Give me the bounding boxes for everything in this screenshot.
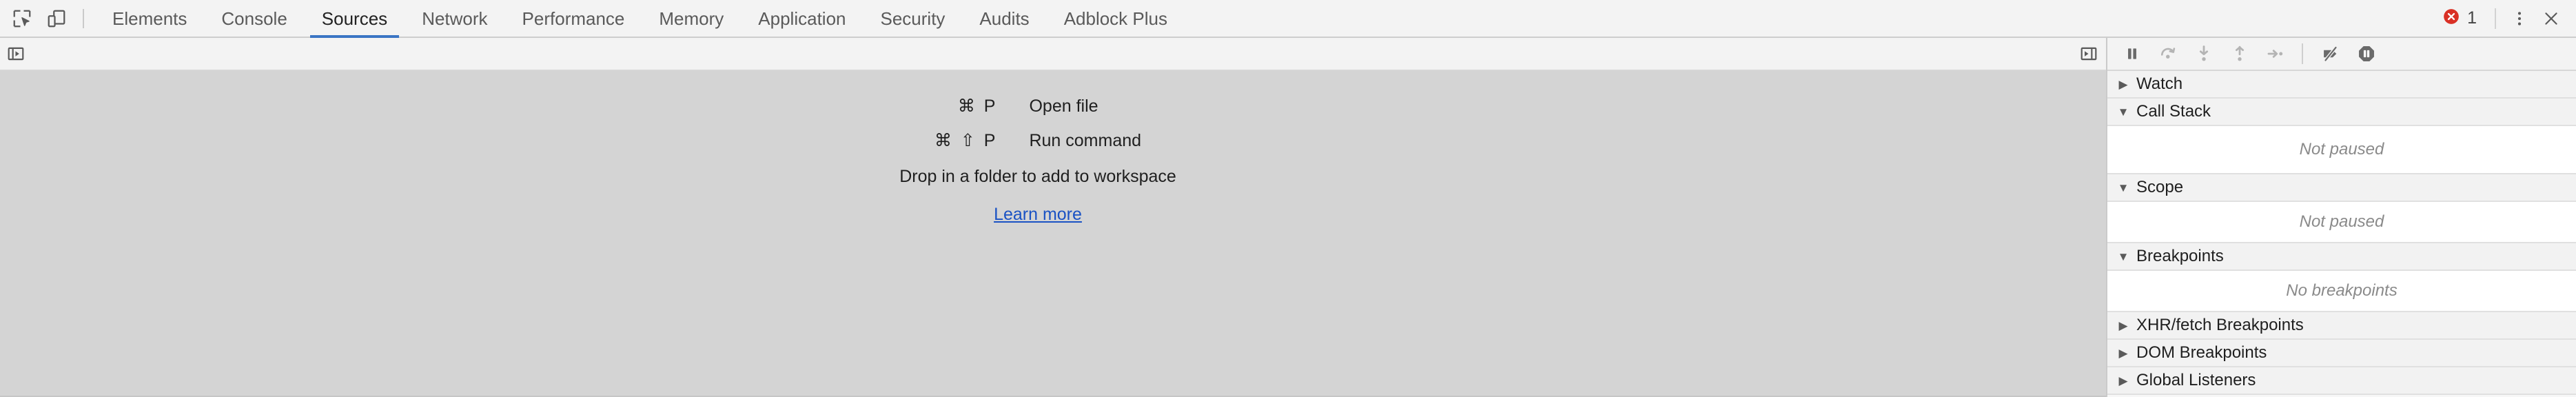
sidebar-pane-watch: ▶ Watch — [2107, 71, 2576, 99]
step-out-icon[interactable] — [2222, 40, 2258, 68]
tab-audits[interactable]: Audits — [962, 0, 1046, 37]
call-stack-empty-message: Not paused — [2107, 126, 2576, 174]
tab-label: Console — [221, 8, 287, 29]
chevron-right-icon: ▶ — [2118, 346, 2128, 360]
chevron-right-icon: ▶ — [2118, 374, 2128, 387]
debugger-sidebar: ▶ Watch ▼ Call Stack Not paused ▼ Scope … — [2106, 38, 2576, 397]
pane-title: DOM Breakpoints — [2136, 343, 2267, 362]
chevron-down-icon: ▼ — [2117, 181, 2129, 194]
tab-label: Network — [422, 8, 488, 29]
shortcut-table: ⌘ P Open file ⌘ ⇧ P Run command — [934, 96, 1142, 166]
step-icon[interactable] — [2258, 40, 2293, 68]
error-count-badge[interactable]: 1 — [2437, 8, 2486, 29]
pane-header-breakpoints[interactable]: ▼ Breakpoints — [2107, 243, 2576, 271]
tab-label: Sources — [321, 8, 388, 29]
toolbar-left-icons — [0, 0, 95, 37]
editor-toolbar — [0, 38, 2106, 71]
tab-network[interactable]: Network — [405, 0, 504, 37]
tab-memory[interactable]: Memory — [642, 0, 741, 37]
panel-body: ⌘ P Open file ⌘ ⇧ P Run command Drop in … — [0, 38, 2576, 397]
pane-header-dom-breakpoints[interactable]: ▶ DOM Breakpoints — [2107, 340, 2576, 367]
pane-header-call-stack[interactable]: ▼ Call Stack — [2107, 99, 2576, 126]
shortcut-row-open-file: ⌘ P Open file — [934, 96, 1141, 132]
chevron-right-icon: ▶ — [2118, 77, 2128, 91]
close-icon[interactable] — [2536, 3, 2566, 34]
toolbar-divider — [83, 8, 84, 28]
pause-icon[interactable] — [2114, 40, 2150, 68]
step-over-icon[interactable] — [2150, 40, 2186, 68]
tab-label: Elements — [112, 8, 187, 29]
error-icon — [2442, 8, 2460, 29]
toolbar-right-icons: 1 — [2437, 0, 2576, 37]
main-toolbar: Elements Console Sources Network Perform… — [0, 0, 2576, 38]
sidebar-pane-scope: ▼ Scope Not paused — [2107, 174, 2576, 243]
chevron-right-icon: ▶ — [2118, 318, 2128, 332]
debugger-toolbar-divider — [2302, 43, 2303, 64]
error-count-label: 1 — [2467, 8, 2477, 28]
pane-title: Scope — [2136, 178, 2184, 196]
tab-console[interactable]: Console — [204, 0, 304, 37]
scope-empty-message: Not paused — [2107, 202, 2576, 243]
pane-title: Global Listeners — [2136, 371, 2256, 389]
tab-elements[interactable]: Elements — [95, 0, 204, 37]
sidebar-pane-dom-breakpoints: ▶ DOM Breakpoints — [2107, 340, 2576, 367]
chevron-down-icon: ▼ — [2117, 250, 2129, 263]
pane-header-watch[interactable]: ▶ Watch — [2107, 71, 2576, 99]
pane-header-xhr-breakpoints[interactable]: ▶ XHR/fetch Breakpoints — [2107, 312, 2576, 340]
pause-on-exceptions-icon[interactable] — [2349, 40, 2384, 68]
pane-title: Call Stack — [2136, 102, 2211, 121]
debugger-controls-toolbar — [2107, 38, 2576, 71]
tab-sources[interactable]: Sources — [305, 0, 405, 38]
empty-editor-placeholder: ⌘ P Open file ⌘ ⇧ P Run command Drop in … — [0, 71, 2106, 397]
editor-toolbar-left — [1, 41, 30, 67]
tab-label: Memory — [659, 8, 724, 29]
learn-more-link[interactable]: Learn more — [994, 205, 1082, 225]
tab-label: Adblock Plus — [1063, 8, 1167, 29]
shortcut-keys: ⌘ P — [957, 96, 998, 116]
more-options-icon[interactable] — [2504, 3, 2535, 34]
toolbar-divider — [2495, 8, 2496, 29]
step-into-icon[interactable] — [2186, 40, 2222, 68]
shortcut-label: Run command — [1029, 130, 1142, 150]
sidebar-pane-global-listeners: ▶ Global Listeners — [2107, 367, 2576, 395]
tab-adblock-plus[interactable]: Adblock Plus — [1047, 0, 1185, 37]
panel-tabs: Elements Console Sources Network Perform… — [95, 0, 2437, 38]
devtools-window: Elements Console Sources Network Perform… — [0, 0, 2576, 397]
pane-title: Watch — [2136, 74, 2183, 93]
pane-title: Breakpoints — [2136, 247, 2224, 265]
sources-editor-area: ⌘ P Open file ⌘ ⇧ P Run command Drop in … — [0, 38, 2106, 397]
device-toolbar-icon[interactable] — [41, 3, 72, 34]
tab-label: Audits — [979, 8, 1030, 29]
editor-toolbar-right — [2074, 41, 2103, 67]
breakpoints-empty-message: No breakpoints — [2107, 271, 2576, 312]
sidebar-pane-breakpoints: ▼ Breakpoints No breakpoints — [2107, 243, 2576, 312]
chevron-down-icon: ▼ — [2117, 105, 2129, 119]
sidebar-pane-xhr-breakpoints: ▶ XHR/fetch Breakpoints — [2107, 312, 2576, 340]
tab-label: Security — [880, 8, 945, 29]
shortcut-row-run-command: ⌘ ⇧ P Run command — [934, 130, 1142, 166]
sidebar-pane-call-stack: ▼ Call Stack Not paused — [2107, 99, 2576, 174]
editor-hints: ⌘ P Open file ⌘ ⇧ P Run command Drop in … — [899, 96, 1176, 225]
shortcut-keys: ⌘ ⇧ P — [934, 130, 998, 150]
tab-application[interactable]: Application — [741, 0, 863, 37]
drop-folder-hint: Drop in a folder to add to workspace — [899, 167, 1176, 186]
pane-header-scope[interactable]: ▼ Scope — [2107, 174, 2576, 202]
show-navigator-icon[interactable] — [1, 41, 30, 67]
tab-label: Application — [758, 8, 846, 29]
tab-security[interactable]: Security — [863, 0, 963, 37]
show-debugger-icon[interactable] — [2074, 41, 2103, 67]
inspect-element-icon[interactable] — [7, 3, 37, 34]
pane-title: XHR/fetch Breakpoints — [2136, 316, 2304, 334]
pane-header-global-listeners[interactable]: ▶ Global Listeners — [2107, 367, 2576, 395]
tab-performance[interactable]: Performance — [505, 0, 642, 37]
tab-label: Performance — [522, 8, 625, 29]
shortcut-label: Open file — [1029, 96, 1098, 116]
deactivate-breakpoints-icon[interactable] — [2313, 40, 2349, 68]
